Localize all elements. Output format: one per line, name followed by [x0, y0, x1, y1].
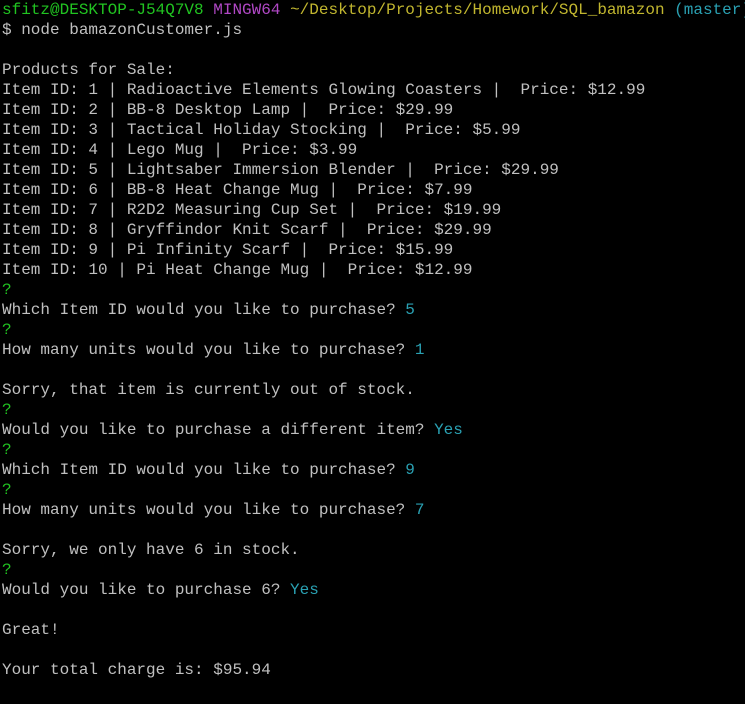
catalog-heading: Products for Sale:	[2, 61, 175, 79]
question-mark: ?	[2, 281, 12, 299]
question-mark: ?	[2, 441, 12, 459]
question-item-id: Which Item ID would you like to purchase…	[2, 300, 745, 320]
question-mark: ?	[2, 561, 12, 579]
question-text: Which Item ID would you like to purchase…	[2, 461, 406, 479]
message-out-of-stock: Sorry, that item is currently out of sto…	[2, 381, 415, 399]
product-row: Item ID: 10 | Pi Heat Change Mug | Price…	[2, 261, 473, 279]
question-different-item: Would you like to purchase a different i…	[2, 420, 745, 440]
answer-text: 7	[414, 501, 425, 519]
question-item-id: Which Item ID would you like to purchase…	[2, 460, 745, 480]
question-text: Which Item ID would you like to purchase…	[2, 301, 406, 319]
answer-text: 9	[405, 461, 415, 479]
shell-prompt-line: sfitz@DESKTOP-J54Q7V8 MINGW64 ~/Desktop/…	[2, 0, 745, 20]
question-mark: ?	[2, 401, 12, 419]
answer-text: 5	[405, 301, 415, 319]
question-confirm-quantity: Would you like to purchase 6? Yes	[2, 580, 745, 600]
product-row: Item ID: 1 | Radioactive Elements Glowin…	[2, 81, 646, 99]
question-text: How many units would you like to purchas…	[2, 341, 415, 359]
prompt-shell-name: MINGW64	[213, 1, 281, 19]
answer-text: Yes	[290, 581, 319, 599]
product-row: Item ID: 7 | R2D2 Measuring Cup Set | Pr…	[2, 201, 502, 219]
terminal-window[interactable]: sfitz@DESKTOP-J54Q7V8 MINGW64 ~/Desktop/…	[0, 0, 745, 704]
product-row: Item ID: 9 | Pi Infinity Scarf | Price: …	[2, 241, 454, 259]
answer-text: 1	[414, 341, 425, 359]
product-row: Item ID: 8 | Gryffindor Knit Scarf | Pri…	[2, 221, 492, 239]
product-row: Item ID: 3 | Tactical Holiday Stocking |…	[2, 121, 521, 139]
question-mark: ?	[2, 321, 12, 339]
question-mark: ?	[2, 481, 12, 499]
product-row: Item ID: 6 | BB-8 Heat Change Mug | Pric…	[2, 181, 473, 199]
question-units: How many units would you like to purchas…	[2, 500, 745, 520]
question-text: How many units would you like to purchas…	[2, 501, 415, 519]
prompt-git-branch: (master)	[674, 1, 745, 19]
product-row: Item ID: 4 | Lego Mug | Price: $3.99	[2, 141, 358, 159]
prompt-user-host: sfitz@DESKTOP-J54Q7V8	[2, 1, 204, 19]
product-row: Item ID: 5 | Lightsaber Immersion Blende…	[2, 161, 559, 179]
question-text: Would you like to purchase a different i…	[2, 421, 435, 439]
question-text: Would you like to purchase 6?	[2, 581, 291, 599]
prompt-path: ~/Desktop/Projects/Homework/SQL_bamazon	[290, 1, 665, 19]
message-limited-stock: Sorry, we only have 6 in stock.	[2, 541, 300, 559]
command-line: $ node bamazonCustomer.js	[2, 21, 243, 39]
answer-text: Yes	[434, 421, 463, 439]
message-great: Great!	[2, 621, 60, 639]
question-units: How many units would you like to purchas…	[2, 340, 745, 360]
message-total-charge: Your total charge is: $95.94	[2, 661, 271, 679]
product-row: Item ID: 2 | BB-8 Desktop Lamp | Price: …	[2, 101, 454, 119]
